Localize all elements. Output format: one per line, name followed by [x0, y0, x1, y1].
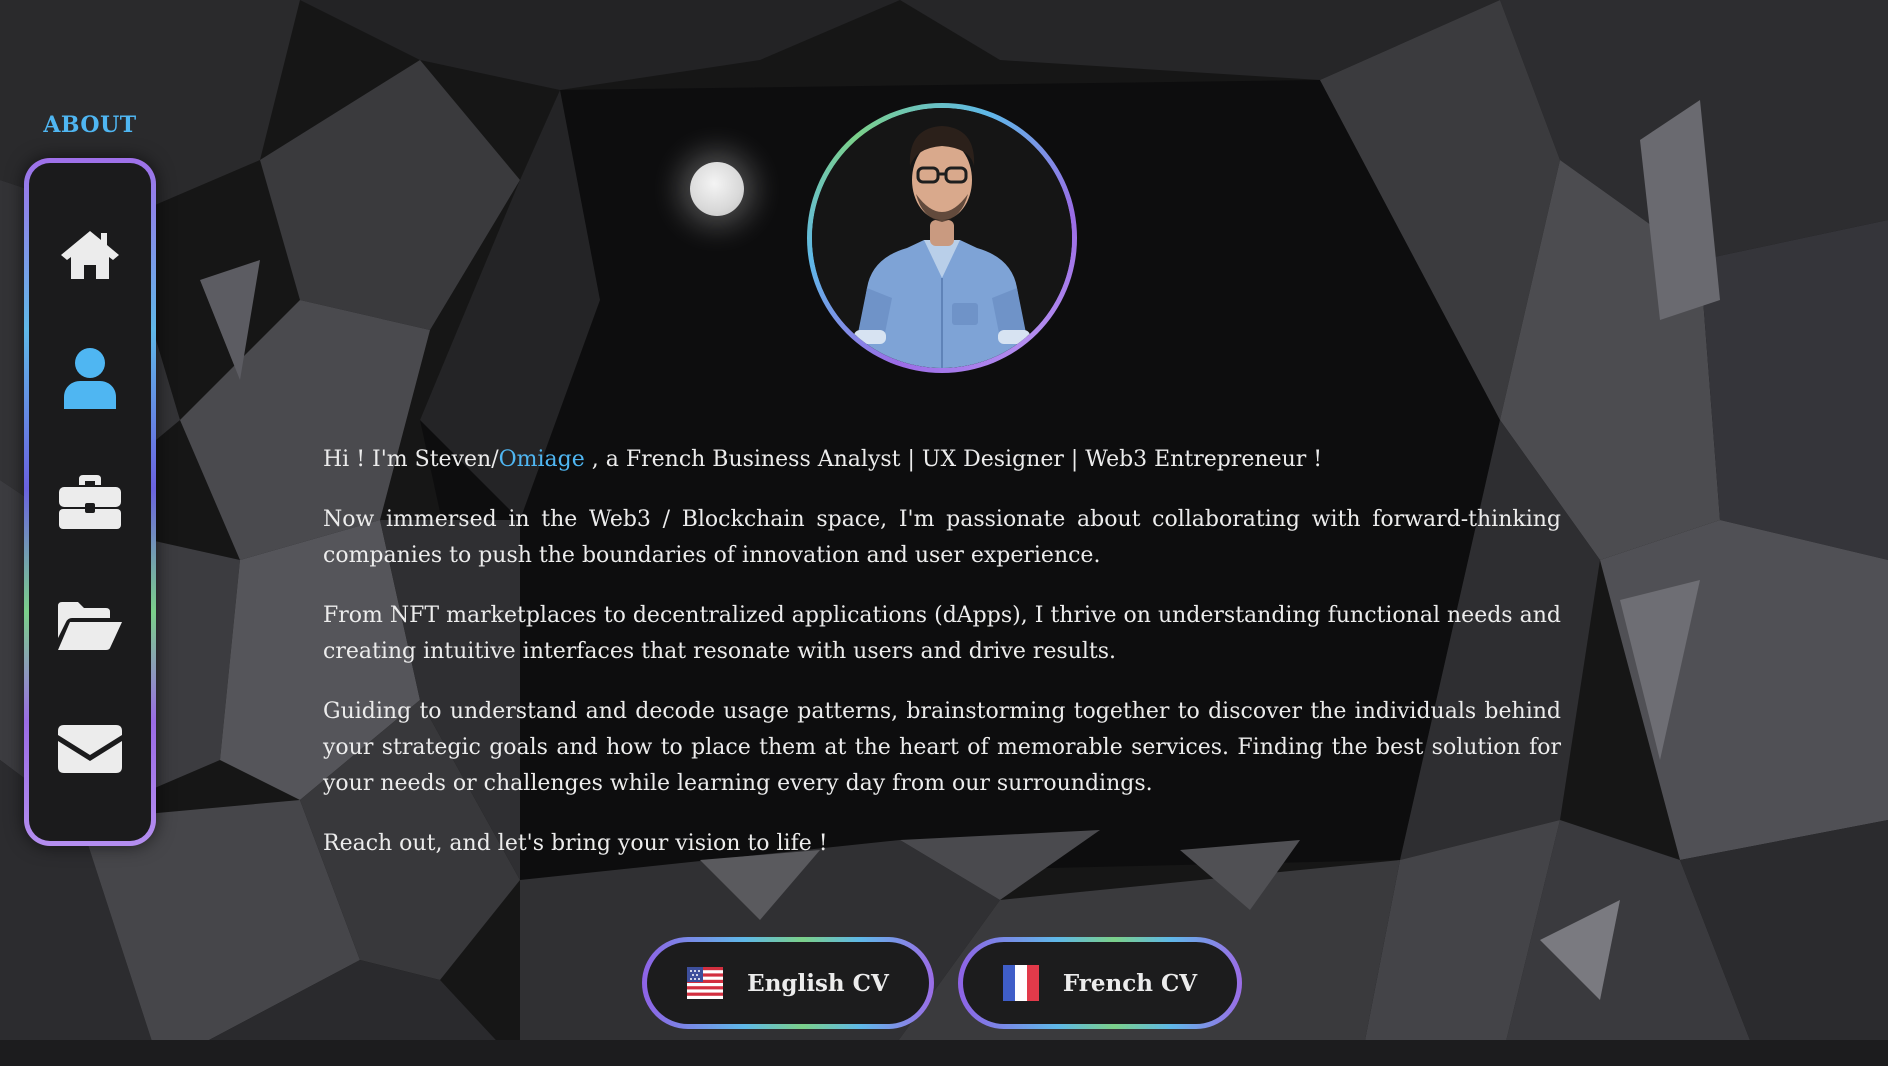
- english-cv-button[interactable]: English CV: [642, 937, 934, 1029]
- moon-decoration: [690, 162, 744, 216]
- french-cv-label: French CV: [1062, 969, 1198, 997]
- english-cv-button-inner: English CV: [647, 942, 929, 1024]
- paragraph-web3: Now immersed in the Web3 / Blockchain sp…: [323, 507, 1561, 568]
- nav-item-home[interactable]: [45, 210, 135, 300]
- about-text: Hi ! I'm Steven/Omiage , a French Busine…: [323, 442, 1561, 886]
- user-icon: [64, 348, 116, 410]
- intro-text-tail: , a French Business Analyst | UX Designe…: [584, 447, 1323, 472]
- nav-item-work[interactable]: [45, 457, 135, 547]
- section-title: ABOUT: [43, 112, 137, 138]
- paragraph-cta: Reach out, and let's bring your vision t…: [323, 831, 828, 856]
- sidebar-nav: [24, 158, 156, 846]
- nav-item-contact[interactable]: [45, 704, 135, 794]
- avatar-illustration: [812, 108, 1072, 368]
- envelope-icon: [58, 725, 122, 774]
- avatar-image: [812, 108, 1072, 368]
- folder-open-icon: [58, 601, 122, 650]
- us-flag-icon: [687, 967, 724, 999]
- intro-text: Hi ! I'm Steven/: [323, 447, 499, 472]
- nickname-highlight: Omiage: [498, 447, 585, 472]
- french-cv-button-inner: French CV: [963, 942, 1237, 1024]
- sidebar-panel: [29, 163, 151, 841]
- paragraph-nft: From NFT marketplaces to decentralized a…: [323, 603, 1561, 664]
- home-icon: [61, 230, 119, 279]
- nav-item-about[interactable]: [45, 333, 135, 423]
- briefcase-icon: [59, 474, 121, 529]
- intro-paragraph: Hi ! I'm Steven/Omiage , a French Busine…: [323, 442, 1561, 478]
- paragraph-guiding: Guiding to understand and decode usage p…: [323, 699, 1561, 796]
- french-cv-button[interactable]: French CV: [958, 937, 1242, 1029]
- fr-flag-icon: [1002, 965, 1039, 1001]
- nav-item-portfolio[interactable]: [45, 581, 135, 671]
- profile-avatar: [807, 103, 1077, 373]
- english-cv-label: English CV: [747, 969, 889, 997]
